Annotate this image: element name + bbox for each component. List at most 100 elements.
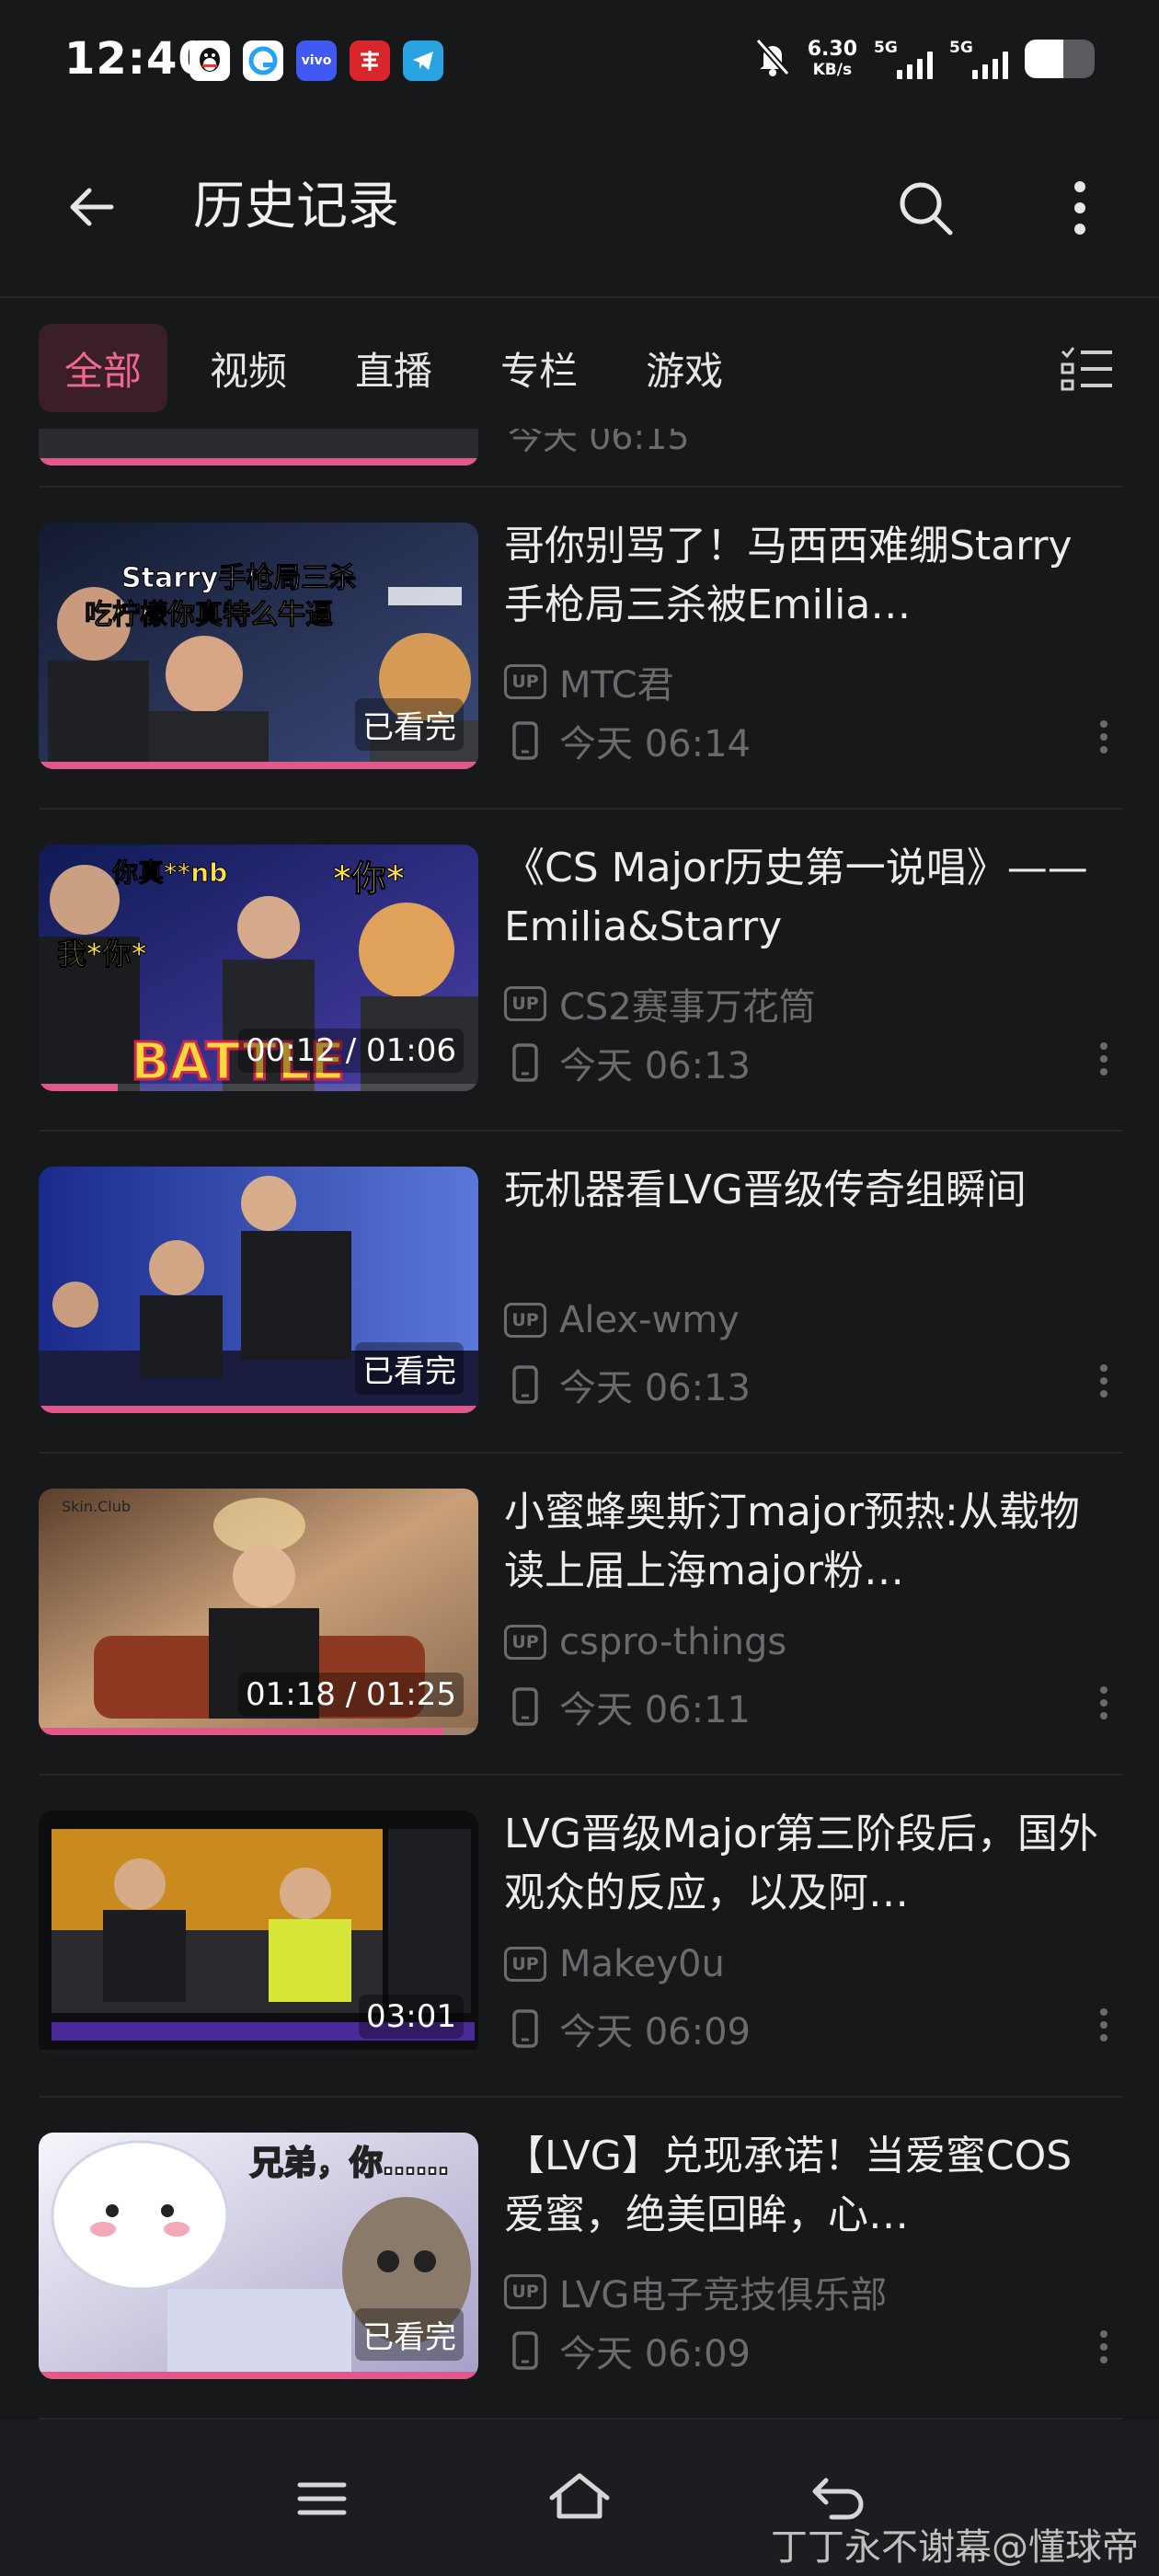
more-vertical-icon <box>1074 181 1085 235</box>
category-tabs: 全部 视频 直播 专栏 游戏 <box>39 322 765 414</box>
search-button[interactable] <box>890 173 960 243</box>
watch-progress <box>39 2050 478 2057</box>
back-button[interactable] <box>59 175 123 239</box>
phone-icon <box>504 1685 546 1728</box>
thumb-caption: 吃柠檬你真特么牛逼 <box>85 599 333 631</box>
uploader-line[interactable]: UP cspro-things <box>504 1621 786 1663</box>
video-thumbnail: 兄弟，你…… 已看完 <box>39 2133 478 2379</box>
up-badge-icon: UP <box>504 2274 546 2309</box>
app-bar: 历史记录 <box>0 147 1159 267</box>
uploader-line[interactable]: UP MTC君 <box>504 655 674 708</box>
news-app-icon <box>350 40 390 81</box>
uploader-name: Alex-wmy <box>559 1299 740 1341</box>
telegram-app-icon <box>403 40 443 81</box>
item-more-button[interactable] <box>1085 1036 1122 1082</box>
watch-progress-fill <box>39 1084 119 1091</box>
time-line: 今天 06:09 <box>504 2002 751 2055</box>
uploader-line[interactable]: UP CS2赛事万花筒 <box>504 977 816 1030</box>
video-thumbnail <box>39 429 478 466</box>
signal-1-label: 5G <box>874 39 898 57</box>
more-options-button[interactable] <box>1058 173 1102 243</box>
tab-live[interactable]: 直播 <box>329 324 458 412</box>
phone-icon <box>504 2007 546 2050</box>
phone-icon <box>504 2329 546 2372</box>
list-item[interactable]: 你真**nb *你* 我*你* BATTLE 00:12 / 01:06 《CS… <box>39 810 1122 1132</box>
thumb-caption: Skin.Club <box>62 1498 131 1515</box>
thumb-caption: 兄弟，你…… <box>250 2145 449 2182</box>
video-title[interactable]: 《CS Major历史第一说唱》——Emilia&Starry <box>504 839 1111 957</box>
video-thumbnail: 你真**nb *你* 我*你* BATTLE 00:12 / 01:06 <box>39 845 478 1091</box>
more-vertical-icon <box>1100 720 1107 753</box>
time-line: 今天 06:14 <box>504 714 751 767</box>
list-item[interactable]: 03:01 LVG晋级Major第三阶段后，国外观众的反应，以及阿… UP Ma… <box>39 1776 1122 2098</box>
duration-label: 03:01 <box>359 1995 464 2039</box>
video-title[interactable]: 玩机器看LVG晋级传奇组瞬间 <box>504 1161 1111 1220</box>
signal-2: 5G <box>949 39 1008 79</box>
watch-progress-fill <box>39 1406 478 1413</box>
time-line: 今天 06:13 <box>504 1358 751 1411</box>
list-item[interactable]: 已看完 玩机器看LVG晋级传奇组瞬间 UP Alex-wmy 今天 06:13 <box>39 1132 1122 1454</box>
video-title[interactable]: 哥你别骂了！马西西难绷Starry手枪局三杀被Emilia… <box>504 517 1111 635</box>
tab-video[interactable]: 视频 <box>184 324 313 412</box>
manage-list-icon <box>1061 347 1112 391</box>
up-badge-icon: UP <box>504 1947 546 1982</box>
screen: 12:40 vivo 6.30 KB/s 5G 5G 历史记录 全部 视频 直播… <box>0 0 1159 2576</box>
watch-time: 今天 06:14 <box>559 723 751 765</box>
watch-time: 今天 06:13 <box>559 1367 751 1409</box>
system-status: 6.30 KB/s 5G 5G <box>754 37 1095 81</box>
playback-time-label: 01:18 / 01:25 <box>237 1673 464 1717</box>
arrow-left-icon <box>70 188 114 226</box>
thumb-caption: *你* <box>333 858 405 899</box>
search-icon <box>900 182 953 236</box>
page-title: 历史记录 <box>193 177 399 236</box>
video-title[interactable]: LVG晋级Major第三阶段后，国外观众的反应，以及阿… <box>504 1805 1111 1923</box>
signal-1: 5G <box>874 39 933 79</box>
watch-progress-fill <box>39 1728 443 1735</box>
thumb-caption: Starry手枪局三杀 <box>121 562 356 594</box>
more-vertical-icon <box>1100 1042 1107 1075</box>
home-icon <box>549 2473 610 2519</box>
home-button[interactable] <box>538 2457 621 2540</box>
up-badge-icon: UP <box>504 986 546 1021</box>
phone-icon <box>504 719 546 762</box>
battery-level <box>1025 40 1063 78</box>
list-item[interactable]: Skin.Club 01:18 / 01:25 小蜜蜂奥斯汀major预热:从载… <box>39 1454 1122 1776</box>
item-more-button[interactable] <box>1085 1358 1122 1404</box>
list-item[interactable]: 兄弟，你…… 已看完 【LVG】兑现承诺！当爱蜜COS爱蜜，绝美回眸，心… UP… <box>39 2098 1122 2420</box>
video-thumbnail: 已看完 <box>39 1167 478 1413</box>
net-speed-unit: KB/s <box>812 61 853 79</box>
watched-label: 已看完 <box>355 1342 464 1395</box>
uploader-name: LVG电子竞技俱乐部 <box>559 2274 888 2317</box>
row-divider <box>39 2418 1122 2420</box>
list-item-partial[interactable]: 今天 06:15 <box>39 429 1122 486</box>
history-list[interactable]: 今天 06:15 Starry手枪局三杀 吃柠檬你真特么牛逼 已看完 哥你别骂了… <box>0 429 1159 2421</box>
tab-all[interactable]: 全部 <box>39 324 168 412</box>
item-more-button[interactable] <box>1085 714 1122 760</box>
up-badge-icon: UP <box>504 1303 546 1338</box>
tab-game[interactable]: 游戏 <box>620 324 749 412</box>
manage-list-button[interactable] <box>1058 340 1115 397</box>
time-line: 今天 06:13 <box>504 1036 751 1089</box>
signal-bars-icon <box>972 52 1008 79</box>
phone-icon <box>504 1041 546 1084</box>
uploader-name: cspro-things <box>559 1621 787 1663</box>
item-more-button[interactable] <box>1085 2002 1122 2048</box>
notification-icons: vivo <box>189 40 443 81</box>
watch-time: 今天 06:15 <box>508 429 690 457</box>
status-clock: 12:40 <box>64 33 210 85</box>
list-item[interactable]: Starry手枪局三杀 吃柠檬你真特么牛逼 已看完 哥你别骂了！马西西难绷Sta… <box>39 488 1122 810</box>
tab-column[interactable]: 专栏 <box>475 324 603 412</box>
item-more-button[interactable] <box>1085 1680 1122 1726</box>
watch-time: 今天 06:09 <box>559 2011 751 2053</box>
uploader-line[interactable]: UP Makey0u <box>504 1943 725 1985</box>
item-more-button[interactable] <box>1085 2324 1122 2370</box>
phone-icon <box>504 1363 546 1406</box>
status-bar: 12:40 vivo 6.30 KB/s 5G 5G <box>0 0 1159 124</box>
video-title[interactable]: 小蜜蜂奥斯汀major预热:从载物读上届上海major粉… <box>504 1483 1111 1601</box>
battery-icon <box>1025 40 1095 78</box>
video-thumbnail: 03:01 <box>39 1811 478 2057</box>
uploader-line[interactable]: UP LVG电子竞技俱乐部 <box>504 2265 887 2318</box>
video-title[interactable]: 【LVG】兑现承诺！当爱蜜COS爱蜜，绝美回眸，心… <box>504 2127 1111 2245</box>
uploader-line[interactable]: UP Alex-wmy <box>504 1299 740 1341</box>
menu-button[interactable] <box>281 2457 363 2540</box>
